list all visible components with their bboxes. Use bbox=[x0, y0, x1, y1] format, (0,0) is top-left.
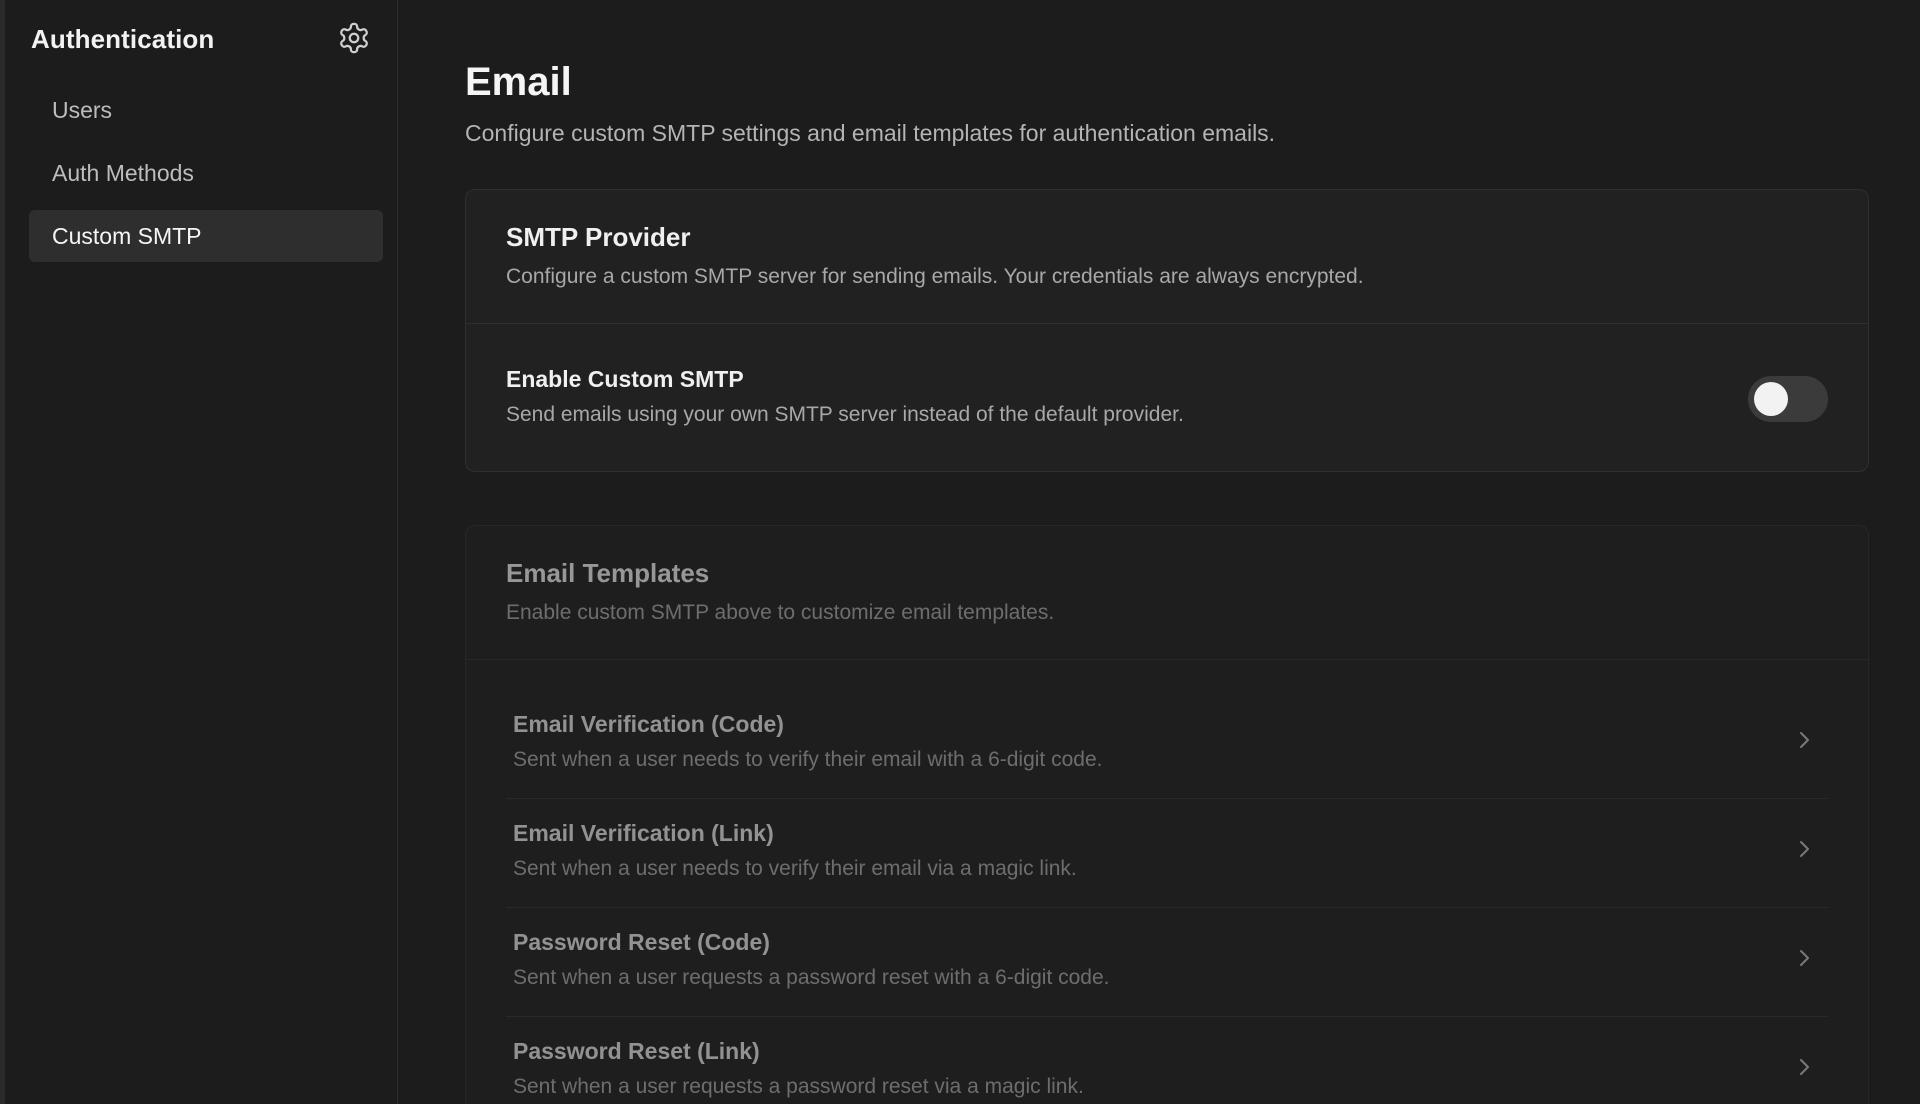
template-email-verification-code[interactable]: Email Verification (Code) Sent when a us… bbox=[506, 690, 1828, 799]
template-title: Email Verification (Code) bbox=[513, 711, 784, 737]
sidebar-item-custom-smtp[interactable]: Custom SMTP bbox=[29, 210, 383, 262]
page-description: Configure custom SMTP settings and email… bbox=[465, 120, 1276, 146]
template-description: Sent when a user needs to verify their e… bbox=[513, 857, 1077, 880]
sidebar-item-label: Auth Methods bbox=[52, 160, 194, 186]
sidebar-item-label: Users bbox=[52, 97, 113, 123]
sidebar-nav: Users Auth Methods Custom SMTP bbox=[29, 84, 383, 273]
enable-smtp-label: Enable Custom SMTP bbox=[506, 366, 744, 392]
page-title: Email bbox=[465, 60, 572, 104]
smtp-provider-description: Configure a custom SMTP server for sendi… bbox=[506, 265, 1364, 288]
toggle-knob bbox=[1754, 382, 1788, 416]
enable-smtp-description: Send emails using your own SMTP server i… bbox=[506, 403, 1184, 426]
template-description: Sent when a user requests a password res… bbox=[513, 966, 1110, 989]
email-templates-description: Enable custom SMTP above to customize em… bbox=[506, 601, 1055, 624]
template-title: Email Verification (Link) bbox=[513, 820, 774, 846]
template-title: Password Reset (Link) bbox=[513, 1038, 760, 1064]
sidebar-item-auth-methods[interactable]: Auth Methods bbox=[29, 147, 383, 199]
template-password-reset-code[interactable]: Password Reset (Code) Sent when a user r… bbox=[506, 908, 1828, 1017]
enable-smtp-toggle[interactable] bbox=[1748, 376, 1828, 422]
chevron-right-icon bbox=[1794, 837, 1814, 861]
email-templates-title: Email Templates bbox=[506, 558, 710, 588]
chevron-right-icon bbox=[1794, 728, 1814, 752]
enable-smtp-row: Enable Custom SMTP Send emails using you… bbox=[466, 324, 1868, 471]
template-email-verification-link[interactable]: Email Verification (Link) Sent when a us… bbox=[506, 799, 1828, 908]
app-window: Authentication Users Auth Methods Custom… bbox=[0, 0, 1920, 1104]
sidebar-title: Authentication bbox=[31, 24, 215, 54]
email-templates-card: Email Templates Enable custom SMTP above… bbox=[465, 525, 1869, 1104]
chevron-right-icon bbox=[1794, 946, 1814, 970]
sidebar-item-label: Custom SMTP bbox=[52, 223, 202, 249]
smtp-provider-title: SMTP Provider bbox=[506, 222, 691, 252]
template-description: Sent when a user requests a password res… bbox=[513, 1075, 1084, 1098]
template-list: Email Verification (Code) Sent when a us… bbox=[466, 660, 1868, 1104]
smtp-provider-card: SMTP Provider Configure a custom SMTP se… bbox=[465, 189, 1869, 472]
sidebar: Authentication Users Auth Methods Custom… bbox=[0, 0, 398, 1104]
template-description: Sent when a user needs to verify their e… bbox=[513, 748, 1103, 771]
template-title: Password Reset (Code) bbox=[513, 929, 770, 955]
sidebar-item-users[interactable]: Users bbox=[29, 84, 383, 136]
sidebar-header: Authentication bbox=[31, 18, 371, 60]
email-templates-header: Email Templates Enable custom SMTP above… bbox=[466, 526, 1868, 659]
template-password-reset-link[interactable]: Password Reset (Link) Sent when a user r… bbox=[506, 1017, 1828, 1104]
smtp-provider-header: SMTP Provider Configure a custom SMTP se… bbox=[466, 190, 1868, 323]
chevron-right-icon bbox=[1794, 1055, 1814, 1079]
gear-icon[interactable] bbox=[337, 21, 371, 55]
